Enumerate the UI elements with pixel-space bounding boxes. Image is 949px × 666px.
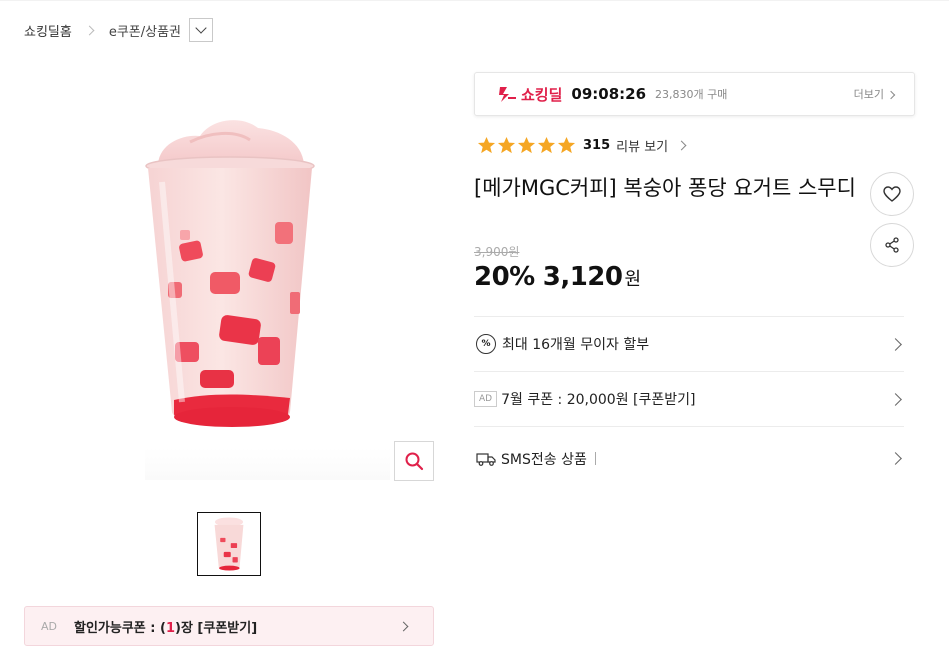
star-icon — [517, 136, 536, 153]
ad-label: AD — [41, 619, 57, 633]
discount-rate: 20% — [474, 262, 535, 292]
breadcrumb-home[interactable]: 쇼킹딜홈 — [24, 21, 72, 40]
category-dropdown-button[interactable] — [189, 18, 214, 42]
product-image — [140, 112, 320, 442]
currency-unit: 원 — [624, 269, 642, 290]
available-coupon-banner[interactable]: AD 할인가능쿠폰 : (1)장 [쿠폰받기] — [24, 606, 434, 646]
percent-icon: % — [476, 334, 496, 354]
chevron-right-icon — [889, 337, 902, 351]
sms-delivery-text: SMS전송 상품 — [501, 451, 587, 468]
coupon-count: 1 — [165, 620, 175, 636]
share-button[interactable] — [870, 223, 914, 267]
star-icon — [477, 136, 496, 153]
star-icon — [537, 136, 556, 153]
breadcrumb-chevron-icon — [84, 25, 95, 35]
rating-row[interactable]: 315 리뷰 보기 — [477, 134, 687, 156]
chevron-right-icon — [889, 392, 902, 406]
breadcrumb-category[interactable]: e쿠폰/상품권 — [109, 21, 181, 40]
sale-price: 3,120 — [542, 262, 623, 292]
shocking-deal-icon — [499, 87, 516, 102]
star-icon — [557, 136, 576, 153]
heart-icon — [883, 186, 901, 202]
deal-more-link[interactable]: 더보기 — [854, 86, 884, 102]
product-thumbnail[interactable] — [197, 512, 261, 576]
sms-delivery-row[interactable]: SMS전송 상품 — [474, 426, 904, 490]
search-icon — [405, 452, 424, 471]
chevron-right-icon — [886, 90, 896, 100]
star-rating — [477, 136, 577, 155]
star-icon — [497, 136, 516, 153]
price-row: 20% 3,120 원 — [474, 262, 641, 292]
wishlist-button[interactable] — [870, 172, 914, 216]
monthly-coupon-row[interactable]: AD 7월 쿠폰 : 20,000원 [쿠폰받기] — [474, 371, 904, 426]
shocking-deal-label: 쇼킹딜 — [521, 85, 563, 104]
share-icon — [885, 237, 899, 253]
installment-row[interactable]: % 최대 16개월 무이자 할부 — [474, 316, 904, 371]
review-link[interactable]: 리뷰 보기 — [616, 136, 668, 155]
chevron-right-icon — [889, 452, 902, 465]
truck-icon — [476, 451, 496, 467]
zoom-button[interactable] — [394, 441, 434, 481]
breadcrumb: 쇼킹딜홈 e쿠폰/상품권 — [24, 17, 214, 43]
shocking-deal-bar: 쇼킹딜 09:08:26 23,830개 구매 더보기 — [474, 72, 915, 116]
monthly-coupon-text: 7월 쿠폰 : 20,000원 [쿠폰받기] — [501, 392, 696, 408]
deal-countdown: 09:08:26 — [571, 85, 647, 103]
top-divider — [0, 0, 949, 1]
original-price: 3,900원 — [474, 245, 520, 259]
product-title: [메가MGC커피] 복숭아 퐁당 요거트 스무디 — [474, 176, 856, 200]
chevron-down-icon — [195, 22, 207, 34]
ad-label: AD — [474, 391, 498, 407]
divider — [594, 452, 596, 465]
chevron-right-icon — [676, 140, 687, 150]
image-backdrop — [145, 448, 390, 480]
chevron-right-icon — [398, 621, 409, 632]
installment-text: 최대 16개월 무이자 할부 — [502, 337, 650, 353]
review-count: 315 — [583, 137, 611, 153]
coupon-banner-text: 할인가능쿠폰 : (1)장 [쿠폰받기] — [74, 620, 258, 636]
deal-buyer-count: 23,830개 구매 — [655, 88, 728, 101]
shocking-deal-logo: 쇼킹딜 — [497, 84, 562, 105]
